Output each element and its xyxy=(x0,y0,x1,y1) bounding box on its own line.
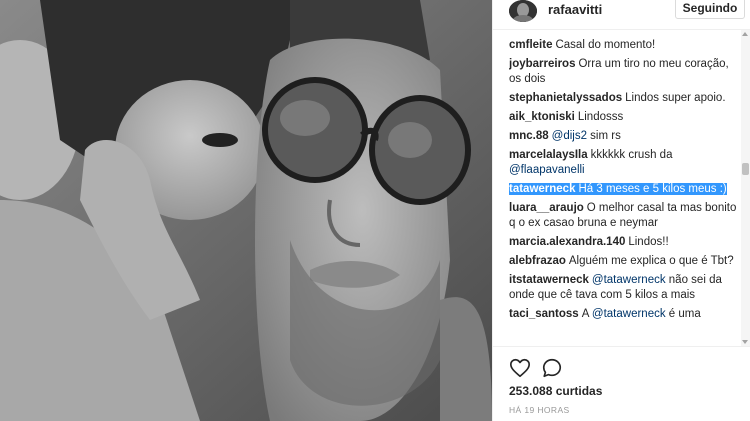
post-timestamp: HÁ 19 HORAS xyxy=(509,405,570,415)
comment-body: mnc.88 @dijs2 sim rs xyxy=(509,130,621,142)
comment-mention-link[interactable]: @dijs2 xyxy=(552,130,587,142)
comment-item: luara__araujo O melhor casal ta mas bonit… xyxy=(509,201,739,231)
avatar-image xyxy=(509,0,537,22)
comment-item: joybarreiros Orra um tiro no meu coração,… xyxy=(509,57,739,87)
comment-mention-link[interactable]: @tatawerneck xyxy=(592,274,666,286)
comment-item: alebfrazao Alguém me explica o que é Tbt? xyxy=(509,254,739,269)
comment-body: taci_santoss A @tatawerneck é uma xyxy=(509,308,701,320)
comment-item: itstatawerneck @tatawerneck não sei da on… xyxy=(509,273,739,303)
comment-text: Casal do momento! xyxy=(555,39,656,51)
comment-body: marcelalaysIla kkkkkk crush da @flaapavan… xyxy=(509,149,672,176)
likes-count[interactable]: 253.088 curtidas xyxy=(509,384,602,398)
post-photo[interactable] xyxy=(0,0,492,421)
comment-username[interactable]: taci_santoss xyxy=(509,308,579,320)
comment-item: tatawerneck Há 3 meses e 5 kilos meus :) xyxy=(509,182,739,197)
comment-text: Lindosss xyxy=(577,111,624,123)
comment-item: taci_santoss A @tatawerneck é uma xyxy=(509,307,739,322)
scroll-down-arrow-icon[interactable] xyxy=(742,340,748,344)
comment-body: cmfleite Casal do momento! xyxy=(509,39,655,51)
comment-item: aik_ktoniski Lindosss xyxy=(509,110,739,125)
comment-text: Lindos!! xyxy=(628,236,669,248)
comment-text: sim rs xyxy=(586,130,621,142)
comment-mention-link[interactable]: @tatawerneck xyxy=(592,308,666,320)
scroll-up-arrow-icon[interactable] xyxy=(742,32,748,36)
post-sidebar: rafaavitti Seguindo cmfleite Casal do mom… xyxy=(492,0,750,421)
comment-text: Lindos super apoio. xyxy=(625,92,726,104)
following-button[interactable]: Seguindo xyxy=(675,0,745,19)
comment-body: itstatawerneck @tatawerneck não sei da on… xyxy=(509,274,722,301)
comment-username[interactable]: alebfrazao xyxy=(509,255,566,267)
speech-bubble-icon[interactable] xyxy=(541,357,563,379)
comment-body: tatawerneck Há 3 meses e 5 kilos meus :) xyxy=(509,183,727,195)
comments-list[interactable]: cmfleite Casal do momento! joybarreiros Orr… xyxy=(509,38,739,346)
comment-username[interactable]: tatawerneck xyxy=(509,183,575,195)
comment-mention-link[interactable]: @flaapavanelli xyxy=(509,164,585,176)
comment-body: joybarreiros Orra um tiro no meu coração,… xyxy=(509,58,729,85)
comment-username[interactable]: aik_ktoniski xyxy=(509,111,575,123)
post-actions: 253.088 curtidas HÁ 19 HORAS xyxy=(493,346,750,421)
comment-item: marcelalaysIla kkkkkk crush da @flaapavan… xyxy=(509,148,739,178)
avatar[interactable] xyxy=(509,0,537,22)
photo-image xyxy=(0,0,492,421)
comment-body: marcia.alexandra.140 Lindos!! xyxy=(509,236,669,248)
heart-outline-icon[interactable] xyxy=(509,357,531,379)
comment-text: Alguém me explica o que é Tbt? xyxy=(568,255,734,267)
comment-username[interactable]: marcia.alexandra.140 xyxy=(509,236,625,248)
comment-username[interactable]: stephanietalyssados xyxy=(509,92,622,104)
comment-text: A xyxy=(581,308,592,320)
comment-body: luara__araujo O melhor casal ta mas bonit… xyxy=(509,202,736,229)
comment-item: stephanietalyssados Lindos super apoio. xyxy=(509,91,739,106)
comment-username[interactable]: luara__araujo xyxy=(509,202,584,214)
comment-text: Há 3 meses e 5 kilos meus :) xyxy=(578,183,727,195)
comment-text: kkkkkk crush da xyxy=(590,149,673,161)
comment-username[interactable]: mnc.88 xyxy=(509,130,549,142)
comment-body: aik_ktoniski Lindosss xyxy=(509,111,623,123)
comment-item: mnc.88 @dijs2 sim rs xyxy=(509,129,739,144)
comment-text: é uma xyxy=(665,308,701,320)
post-header: rafaavitti Seguindo xyxy=(493,0,750,30)
comment-username[interactable]: joybarreiros xyxy=(509,58,575,70)
post-author-username[interactable]: rafaavitti xyxy=(548,2,602,17)
comment-item: marcia.alexandra.140 Lindos!! xyxy=(509,235,739,250)
comments-scrollbar[interactable] xyxy=(741,30,750,346)
scroll-thumb[interactable] xyxy=(742,163,749,175)
comment-item: cmfleite Casal do momento! xyxy=(509,38,739,53)
comment-username[interactable]: cmfleite xyxy=(509,39,552,51)
comment-username[interactable]: marcelalaysIla xyxy=(509,149,588,161)
comment-body: alebfrazao Alguém me explica o que é Tbt? xyxy=(509,255,734,267)
comment-body: stephanietalyssados Lindos super apoio. xyxy=(509,92,726,104)
comment-username[interactable]: itstatawerneck xyxy=(509,274,589,286)
